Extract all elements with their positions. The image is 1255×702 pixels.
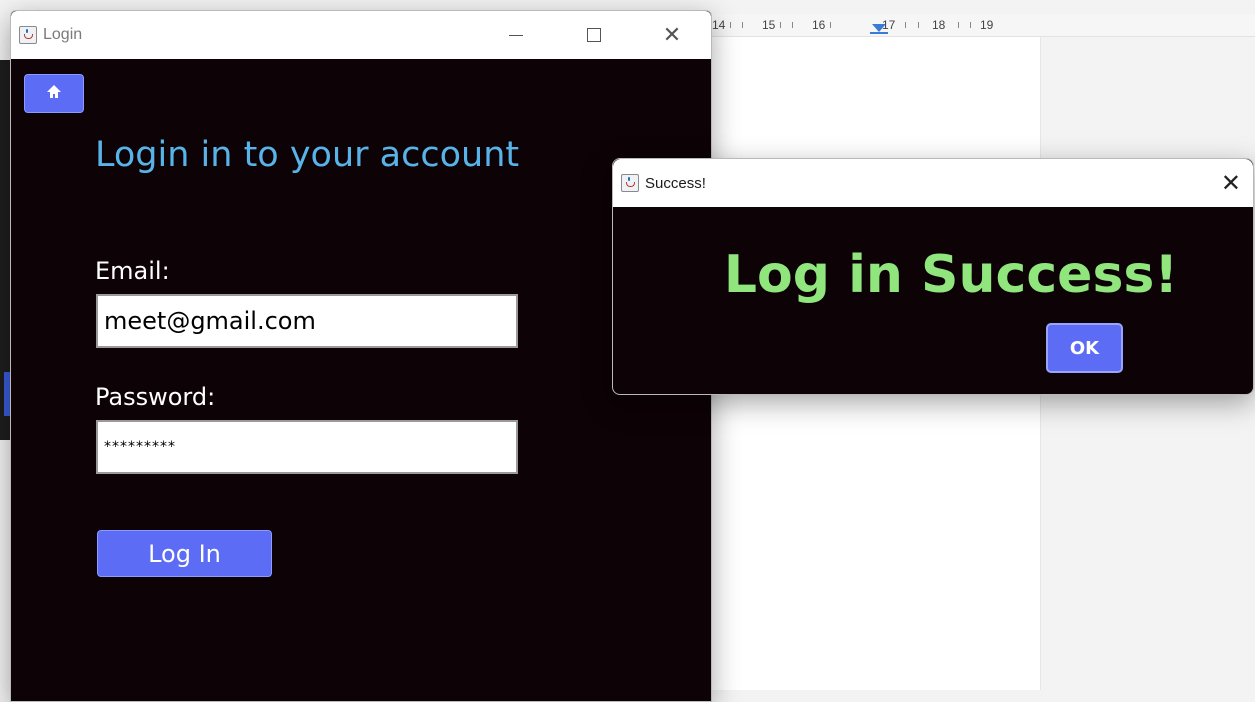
ruler-mark — [730, 22, 731, 28]
dialog-titlebar[interactable]: Success! ✕ — [613, 159, 1253, 207]
ruler-mark — [918, 22, 919, 28]
password-field[interactable]: ********* — [96, 420, 518, 474]
minimize-button[interactable] — [493, 11, 539, 59]
success-message: Log in Success! — [723, 245, 1179, 305]
indent-marker-bar — [870, 32, 888, 34]
window-title: Login — [43, 26, 83, 43]
java-icon — [19, 26, 37, 44]
close-icon: ✕ — [662, 22, 682, 47]
ok-button[interactable]: OK — [1046, 323, 1123, 373]
ruler-mark — [970, 22, 971, 28]
email-value: meet@gmail.com — [104, 307, 316, 335]
email-field[interactable]: meet@gmail.com — [96, 294, 518, 348]
ruler-mark — [792, 22, 793, 28]
maximize-icon — [587, 28, 601, 42]
ruler-tick: 17 — [882, 18, 896, 32]
close-button[interactable]: ✕ — [649, 11, 695, 59]
ruler: 14 15 16 17 18 19 — [700, 14, 1255, 37]
dialog-close-button[interactable]: ✕ — [1221, 159, 1241, 207]
login-window: Login ✕ Login in to your account Email: … — [10, 10, 712, 702]
login-titlebar[interactable]: Login ✕ — [11, 11, 711, 59]
login-button[interactable]: Log In — [97, 530, 272, 577]
page-title: Login in to your account — [95, 135, 520, 175]
ruler-tick: 14 — [712, 18, 726, 32]
ruler-mark — [742, 22, 743, 28]
ruler-mark — [905, 22, 906, 28]
background-window-edge — [0, 60, 10, 440]
ruler-mark — [830, 22, 831, 28]
home-icon — [47, 84, 61, 100]
password-value: ********* — [104, 439, 176, 455]
dialog-title: Success! — [645, 174, 706, 192]
home-button[interactable] — [24, 74, 84, 113]
ruler-mark — [780, 22, 781, 28]
success-dialog: Success! ✕ Log in Success! OK — [612, 158, 1254, 395]
java-icon — [621, 174, 639, 192]
ruler-tick: 16 — [812, 18, 826, 32]
ruler-tick: 19 — [980, 18, 994, 32]
password-label: Password: — [95, 383, 216, 411]
ruler-mark — [958, 22, 959, 28]
maximize-button[interactable] — [571, 11, 617, 59]
ruler-tick: 15 — [762, 18, 776, 32]
close-icon: ✕ — [1220, 169, 1241, 197]
ruler-tick: 18 — [932, 18, 946, 32]
email-label: Email: — [95, 257, 170, 285]
minimize-icon — [509, 34, 523, 36]
